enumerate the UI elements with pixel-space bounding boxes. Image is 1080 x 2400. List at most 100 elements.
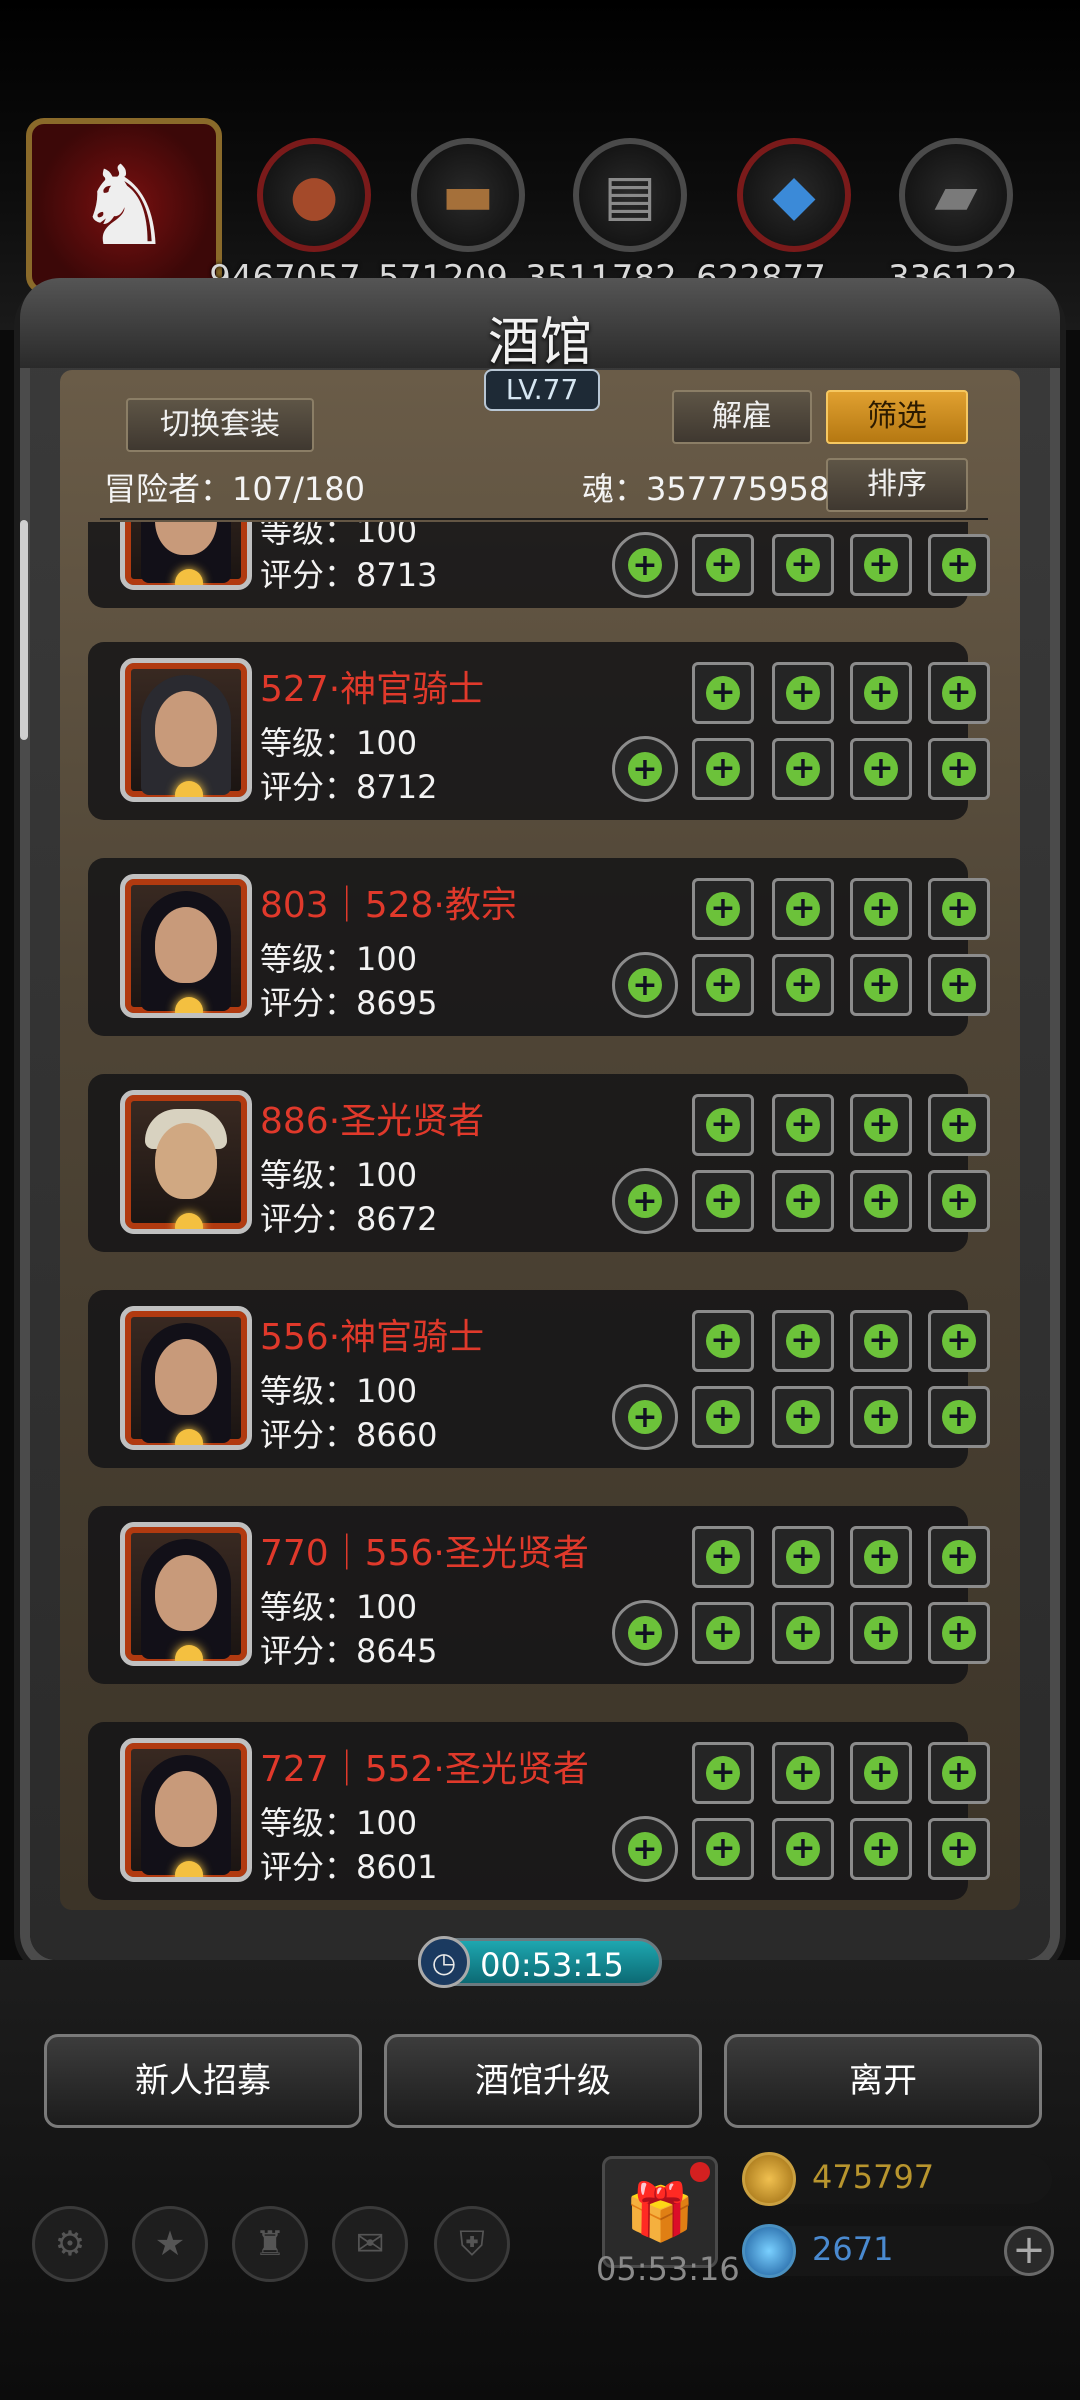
equip-slot[interactable]: + [772, 662, 834, 724]
hero-card[interactable]: 527·神官骑士 等级：100 评分：8712 + + + + + + + + … [88, 642, 990, 820]
leave-button[interactable]: 离开 [724, 2034, 1042, 2128]
equip-slot[interactable]: + [772, 1310, 834, 1372]
weapon-slot[interactable]: + [612, 1168, 678, 1234]
switch-set-button[interactable]: 切换套装 [126, 398, 314, 452]
equip-slot[interactable]: + [692, 1818, 754, 1880]
resource-stone[interactable]: ▰ [896, 138, 1016, 258]
add-gems-button[interactable]: + [1004, 2226, 1054, 2276]
equip-slot[interactable]: + [850, 878, 912, 940]
equip-slot[interactable]: + [692, 662, 754, 724]
add-icon: + [942, 1616, 976, 1650]
filter-button[interactable]: 筛选 [826, 390, 968, 444]
hero-list[interactable]: 等级：100 评分：8713 + + + + + 527·神官骑士 等级：100… [60, 522, 1020, 1907]
dismiss-button[interactable]: 解雇 [672, 390, 812, 444]
equip-slot[interactable]: + [772, 1094, 834, 1156]
equip-slot[interactable]: + [692, 534, 754, 596]
add-icon: + [786, 1616, 820, 1650]
weapon-slot[interactable]: + [612, 736, 678, 802]
tavern-upgrade-button[interactable]: 酒馆升级 [384, 2034, 702, 2128]
equip-slot[interactable]: + [772, 878, 834, 940]
hero-card[interactable]: 556·神官骑士 等级：100 评分：8660 + + + + + + + + … [88, 1290, 990, 1468]
recruit-button[interactable]: 新人招募 [44, 2034, 362, 2128]
equip-slot[interactable]: + [692, 1170, 754, 1232]
equip-slot[interactable]: + [692, 1386, 754, 1448]
hero-card[interactable]: 886·圣光贤者 等级：100 评分：8672 + + + + + + + + … [88, 1074, 990, 1252]
equip-slot[interactable]: + [772, 1818, 834, 1880]
header-divider [100, 518, 988, 520]
equip-slot[interactable]: + [772, 534, 834, 596]
add-icon: + [942, 1756, 976, 1790]
scrollbar[interactable] [20, 520, 28, 740]
weapon-slot[interactable]: + [612, 1384, 678, 1450]
equip-slot[interactable]: + [850, 1386, 912, 1448]
resource-iron[interactable]: ▤ [570, 138, 690, 258]
equip-slot[interactable]: + [772, 954, 834, 1016]
gear-icon[interactable]: ⚙ [32, 2206, 108, 2282]
moon-icon [175, 997, 203, 1013]
equip-slot[interactable]: + [928, 738, 990, 800]
player-avatar[interactable]: ♞ [26, 118, 222, 294]
resource-wood[interactable]: ▬ [408, 138, 528, 258]
equip-slot[interactable]: + [928, 1170, 990, 1232]
equip-slot[interactable]: + [850, 662, 912, 724]
mail-icon[interactable]: ✉ [332, 2206, 408, 2282]
add-icon: + [706, 1540, 740, 1574]
equip-slot[interactable]: + [928, 1310, 990, 1372]
weapon-slot[interactable]: + [612, 532, 678, 598]
equip-slot[interactable]: + [928, 534, 990, 596]
add-icon: + [942, 1184, 976, 1218]
equip-slot[interactable]: + [772, 1526, 834, 1588]
equip-slot[interactable]: + [928, 1818, 990, 1880]
equip-slot[interactable]: + [692, 878, 754, 940]
equip-slot[interactable]: + [928, 1526, 990, 1588]
equip-slot[interactable]: + [850, 1526, 912, 1588]
weapon-slot[interactable]: + [612, 1816, 678, 1882]
equip-slot[interactable]: + [850, 1742, 912, 1804]
equip-slot[interactable]: + [850, 1170, 912, 1232]
hero-card[interactable]: 803｜528·教宗 等级：100 评分：8695 + + + + + + + … [88, 858, 990, 1036]
equip-slot[interactable]: + [692, 1526, 754, 1588]
equip-slot[interactable]: + [850, 1310, 912, 1372]
hero-card[interactable]: 727｜552·圣光贤者 等级：100 评分：8601 + + + + + + … [88, 1722, 990, 1900]
add-icon: + [628, 968, 662, 1003]
equip-slot[interactable]: + [928, 878, 990, 940]
equip-slot[interactable]: + [850, 1602, 912, 1664]
hero-card[interactable]: 等级：100 评分：8713 + + + + + [88, 522, 990, 608]
equip-slot[interactable]: + [692, 954, 754, 1016]
add-icon: + [786, 1400, 820, 1434]
equip-slot[interactable]: + [692, 1310, 754, 1372]
equip-slot[interactable]: + [928, 954, 990, 1016]
castle-icon[interactable]: ♜ [232, 2206, 308, 2282]
resource-meat[interactable]: ● [254, 138, 374, 258]
equip-slot[interactable]: + [850, 1094, 912, 1156]
equip-slot[interactable]: + [928, 662, 990, 724]
equip-slot[interactable]: + [928, 1094, 990, 1156]
equip-slot[interactable]: + [928, 1602, 990, 1664]
equip-slot[interactable]: + [850, 1818, 912, 1880]
equip-slot[interactable]: + [850, 534, 912, 596]
add-icon: + [942, 752, 976, 786]
sort-button[interactable]: 排序 [826, 458, 968, 512]
equip-slot[interactable]: + [928, 1742, 990, 1804]
resource-crystal[interactable]: ◆ [734, 138, 854, 258]
weapon-slot[interactable]: + [612, 1600, 678, 1666]
equip-slot[interactable]: + [850, 738, 912, 800]
equip-slot[interactable]: + [772, 1742, 834, 1804]
equip-slot[interactable]: + [692, 1742, 754, 1804]
shield-icon[interactable]: ⛨ [434, 2206, 510, 2282]
star-icon[interactable]: ★ [132, 2206, 208, 2282]
equip-slot[interactable]: + [772, 738, 834, 800]
hero-card[interactable]: 770｜556·圣光贤者 等级：100 评分：8645 + + + + + + … [88, 1506, 990, 1684]
equip-slot[interactable]: + [692, 1094, 754, 1156]
iron-icon: ▤ [603, 162, 657, 228]
add-icon: + [706, 752, 740, 786]
equip-slot[interactable]: + [692, 738, 754, 800]
equip-slot[interactable]: + [772, 1170, 834, 1232]
equip-slot[interactable]: + [772, 1602, 834, 1664]
equip-slot[interactable]: + [850, 954, 912, 1016]
equip-slot[interactable]: + [692, 1602, 754, 1664]
add-icon: + [942, 892, 976, 926]
equip-slot[interactable]: + [772, 1386, 834, 1448]
weapon-slot[interactable]: + [612, 952, 678, 1018]
equip-slot[interactable]: + [928, 1386, 990, 1448]
